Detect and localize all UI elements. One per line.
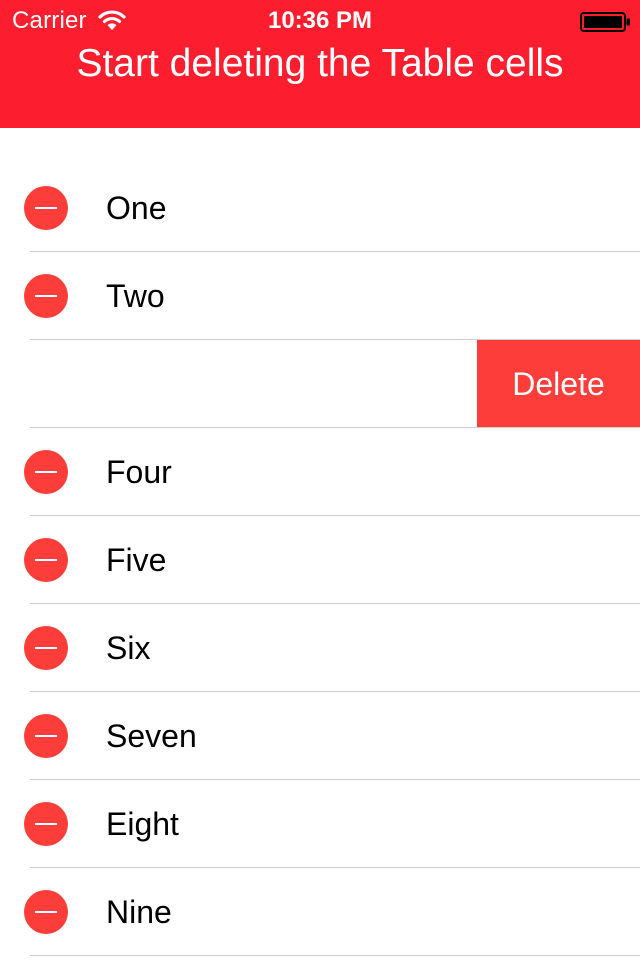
row-label: Nine (106, 894, 172, 930)
delete-control-icon[interactable] (24, 714, 68, 758)
row-label: Six (106, 630, 151, 666)
battery-icon (580, 11, 632, 32)
delete-control-icon[interactable] (24, 890, 68, 934)
delete-control-icon[interactable] (24, 802, 68, 846)
page-title: Start deleting the Table cells (76, 42, 564, 85)
table-row[interactable]: Four (0, 428, 640, 516)
table-row[interactable]: Nine (0, 868, 640, 956)
table-row[interactable]: Five (0, 516, 640, 604)
row-label: Two (106, 278, 165, 314)
row-label: Five (106, 542, 167, 578)
row-label: Eight (106, 806, 179, 842)
row-label: One (106, 190, 167, 226)
row-label: Seven (106, 718, 197, 754)
table-list: One Two ee Delete Four Five Six Seven Ei… (0, 164, 640, 956)
row-divider (30, 955, 640, 956)
delete-control-icon[interactable] (24, 538, 68, 582)
delete-control-icon[interactable] (24, 186, 68, 230)
table-row-swiped[interactable]: ee Delete (0, 340, 640, 428)
delete-control-icon[interactable] (24, 274, 68, 318)
delete-control-icon[interactable] (24, 450, 68, 494)
table-row[interactable]: Six (0, 604, 640, 692)
status-bar: Carrier 10:36 PM (0, 0, 640, 40)
table-row[interactable]: One (0, 164, 640, 252)
table-row[interactable]: Eight (0, 780, 640, 868)
status-time: 10:36 PM (267, 7, 373, 34)
table-row[interactable]: Seven (0, 692, 640, 780)
delete-button[interactable]: Delete (477, 340, 640, 428)
row-label: Four (106, 454, 172, 490)
table-row[interactable]: Two (0, 252, 640, 340)
navigation-header: Carrier 10:36 PM Start deleting the Tabl… (0, 0, 640, 128)
delete-control-icon[interactable] (24, 626, 68, 670)
